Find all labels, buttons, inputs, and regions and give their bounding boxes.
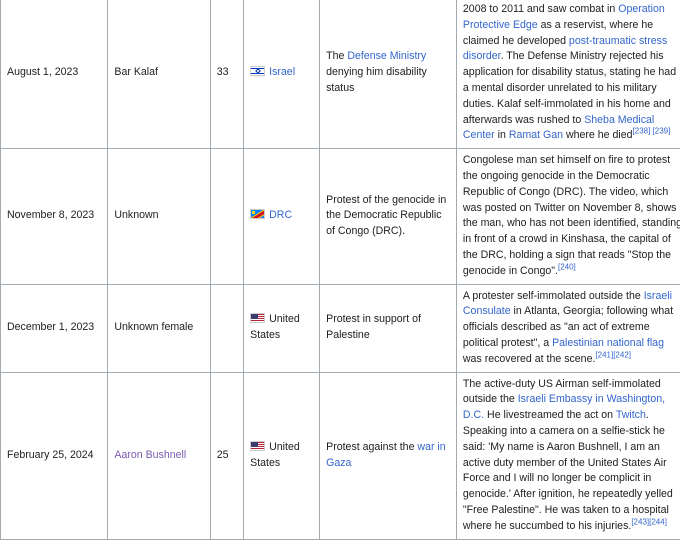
country-cell: United States — [244, 284, 320, 372]
notes-cell: A protester self-immolated outside the I… — [456, 284, 680, 372]
ramat-gan-link[interactable]: Ramat Gan — [509, 129, 563, 141]
name-cell: Aaron Bushnell — [108, 372, 210, 539]
table-row: December 1, 2023 Unknown female United S… — [1, 284, 680, 372]
reference-link[interactable]: [241][242] — [595, 350, 631, 359]
country-cell: DRC — [244, 149, 320, 284]
israel-flag-icon — [250, 66, 265, 76]
reason-cell: Protest of the genocide in the Democrati… — [320, 149, 457, 284]
age-cell: 33 — [210, 0, 243, 149]
reason-cell: Protest against the war in Gaza — [320, 372, 457, 539]
notes-cell: The active-duty US Airman self-immolated… — [456, 372, 680, 539]
incidents-table: August 1, 2023 Bar Kalaf 33 Israel The D… — [0, 0, 680, 540]
name-cell: Bar Kalaf — [108, 0, 210, 149]
palestinian-flag-link[interactable]: Palestinian national flag — [552, 337, 664, 349]
notes-cell: 2008 to 2011 and saw combat in Operation… — [456, 0, 680, 149]
name-cell: Unknown female — [108, 284, 210, 372]
twitch-link[interactable]: Twitch — [616, 409, 646, 421]
reference-link[interactable]: [238] [239] — [633, 127, 671, 136]
age-cell: 25 — [210, 372, 243, 539]
country-link[interactable]: Israel — [269, 66, 295, 78]
reference-link[interactable]: [240] — [558, 262, 576, 271]
reason-cell: Protest in support of Palestine — [320, 284, 457, 372]
name-cell: Unknown — [108, 149, 210, 284]
date-cell: December 1, 2023 — [1, 284, 108, 372]
notes-cell: Congolese man set himself on fire to pro… — [456, 149, 680, 284]
age-cell — [210, 149, 243, 284]
us-flag-icon — [250, 313, 265, 323]
table-row: November 8, 2023 Unknown DRC Protest of … — [1, 149, 680, 284]
age-cell — [210, 284, 243, 372]
table-row: August 1, 2023 Bar Kalaf 33 Israel The D… — [1, 0, 680, 149]
drc-flag-icon — [250, 209, 265, 219]
date-cell: August 1, 2023 — [1, 0, 108, 149]
table-row: February 25, 2024 Aaron Bushnell 25 Unit… — [1, 372, 680, 539]
aaron-bushnell-link[interactable]: Aaron Bushnell — [114, 449, 186, 461]
reference-link[interactable]: [243][244] — [631, 517, 667, 526]
us-flag-icon — [250, 441, 265, 451]
date-cell: November 8, 2023 — [1, 149, 108, 284]
defense-ministry-link[interactable]: Defense Ministry — [347, 50, 426, 62]
reason-cell: The Defense Ministry denying him disabil… — [320, 0, 457, 149]
country-cell: Israel — [244, 0, 320, 149]
date-cell: February 25, 2024 — [1, 372, 108, 539]
country-cell: United States — [244, 372, 320, 539]
country-link[interactable]: DRC — [269, 209, 292, 221]
